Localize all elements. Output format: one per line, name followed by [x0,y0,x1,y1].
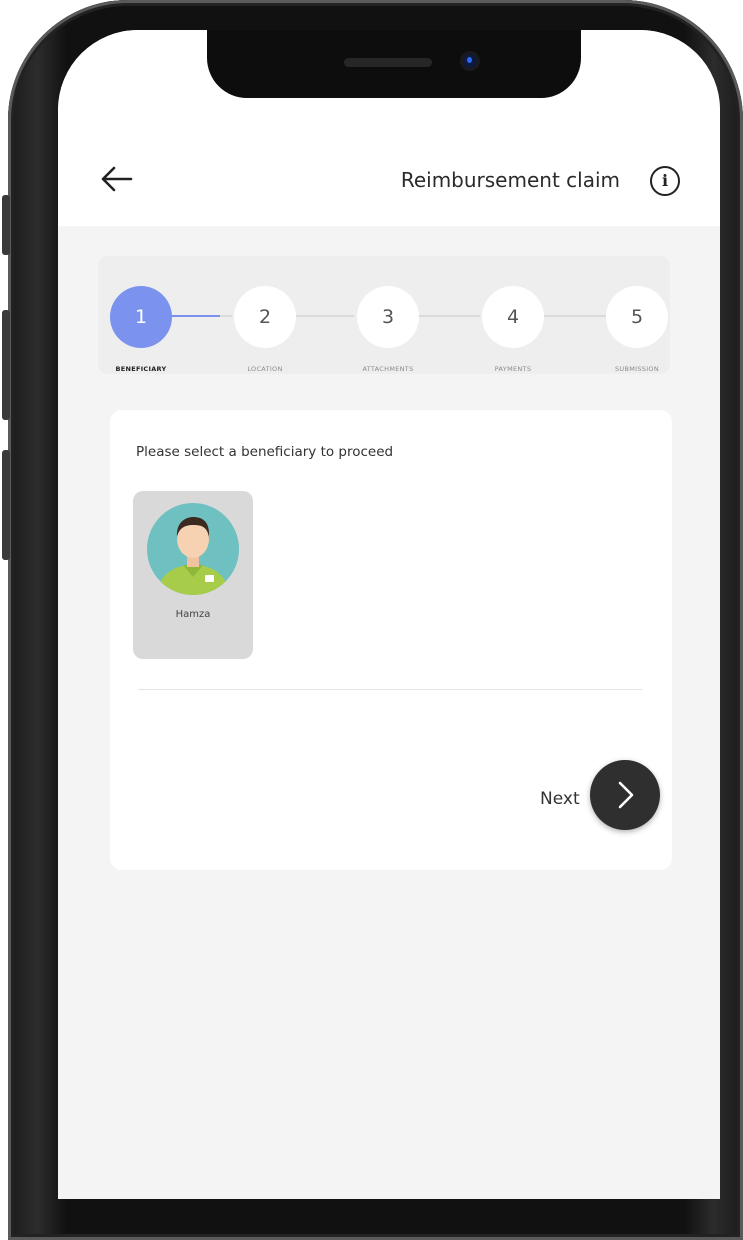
step-label-location: LOCATION [247,365,283,373]
volume-button [2,450,10,560]
person-avatar-icon [157,517,229,595]
step-1[interactable]: 1 [110,286,172,348]
step-label-beneficiary: BENEFICIARY [115,365,167,373]
step-5[interactable]: 5 [606,286,668,348]
avatar [147,503,239,595]
back-button[interactable] [100,164,134,194]
volume-button [2,310,10,420]
chevron-right-icon [618,781,634,809]
divider [138,689,642,690]
step-connector [220,315,232,317]
camera [463,54,477,68]
beneficiary-card: Please select a beneficiary to proceed H… [110,410,672,870]
volume-button [2,195,10,255]
progress-stepper: 1 2 3 4 5 BENEFICIARY LOCATION ATTACHMEN… [98,256,670,374]
step-connector [544,315,606,317]
step-2[interactable]: 2 [234,286,296,348]
step-label-payments: PAYMENTS [494,365,532,373]
step-label-submission: SUBMISSION [614,365,659,373]
step-connector [418,315,480,317]
notch [207,30,581,98]
next-label[interactable]: Next [540,789,580,809]
beneficiary-name: Hamza [175,609,211,620]
phone-frame: Reimbursement claim i 1 2 3 4 5 BENEFICI… [2,0,743,1240]
info-button[interactable]: i [650,166,680,196]
step-4[interactable]: 4 [482,286,544,348]
step-label-attachments: ATTACHMENTS [362,365,414,373]
step-connector [170,315,220,317]
info-icon: i [661,171,669,190]
next-button[interactable] [590,760,660,830]
speaker [344,58,432,67]
page-title: Reimbursement claim [400,168,620,192]
app-screen: Reimbursement claim i 1 2 3 4 5 BENEFICI… [58,30,720,1199]
step-3[interactable]: 3 [357,286,419,348]
step-connector [296,315,354,317]
beneficiary-prompt: Please select a beneficiary to proceed [136,444,394,460]
beneficiary-option[interactable]: Hamza [133,491,253,659]
arrow-left-icon [101,166,133,192]
